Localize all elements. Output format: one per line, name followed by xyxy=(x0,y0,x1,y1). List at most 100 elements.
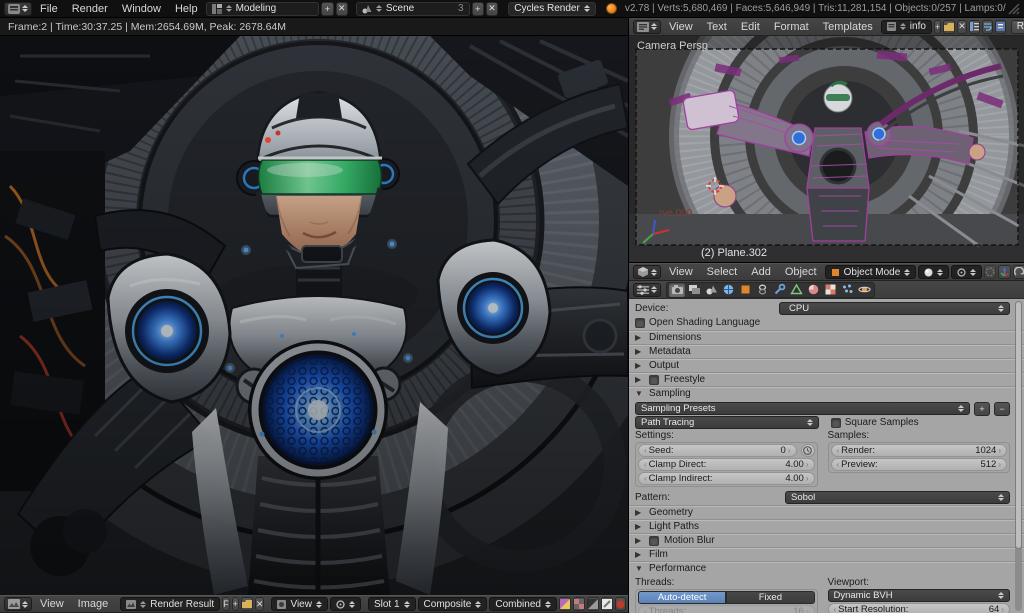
decrement-icon[interactable]: ‹ xyxy=(834,605,837,613)
render-engine-selector[interactable]: Cycles Render xyxy=(508,2,596,16)
mode-selector[interactable]: Object Mode xyxy=(825,265,917,279)
add-preset-button[interactable]: + xyxy=(974,402,990,416)
seed-field[interactable]: ‹ Seed: 0 › xyxy=(638,444,797,457)
unlink-text-button[interactable]: ✕ xyxy=(957,20,967,34)
menu-render[interactable]: Render xyxy=(66,2,114,16)
editor-type-selector[interactable] xyxy=(633,283,661,297)
menu-add[interactable]: Add xyxy=(745,265,777,279)
decrement-icon[interactable]: ‹ xyxy=(837,446,840,455)
red-channel-button[interactable] xyxy=(615,597,626,611)
run-script-button[interactable]: Run Scr xyxy=(1011,20,1024,34)
add-scene-button[interactable]: + xyxy=(472,2,484,16)
panel-sampling[interactable]: ▼ Sampling xyxy=(629,386,1024,400)
open-image-button[interactable] xyxy=(241,597,253,611)
menu-view[interactable]: View xyxy=(34,597,70,611)
motion-blur-checkbox[interactable] xyxy=(649,536,659,546)
menu-templates[interactable]: Templates xyxy=(817,20,879,34)
open-text-button[interactable] xyxy=(943,20,955,34)
menu-select[interactable]: Select xyxy=(701,265,744,279)
editor-type-selector[interactable] xyxy=(4,597,32,611)
integrator-selector[interactable]: Path Tracing xyxy=(635,416,819,429)
translate-manipulator-button[interactable] xyxy=(998,265,1011,279)
increment-icon[interactable]: › xyxy=(788,446,791,455)
manipulator-toggle[interactable] xyxy=(984,265,996,279)
corner-grip-icon[interactable] xyxy=(1008,3,1020,15)
alpha-channel-button[interactable] xyxy=(573,597,585,611)
render-samples-field[interactable]: ‹ Render: 1024 › xyxy=(831,444,1008,457)
panel-geometry[interactable]: ▶ Geometry xyxy=(629,505,1024,519)
threads-count-field[interactable]: ‹ Threads: 16 › xyxy=(638,605,815,613)
menu-window[interactable]: Window xyxy=(116,2,167,16)
device-selector[interactable]: CPU xyxy=(779,302,1010,315)
decrement-icon[interactable]: ‹ xyxy=(837,460,840,469)
sampling-presets-selector[interactable]: Sampling Presets xyxy=(635,402,970,415)
increment-icon[interactable]: › xyxy=(998,446,1001,455)
tab-constraints[interactable] xyxy=(754,283,770,297)
pattern-selector[interactable]: Sobol xyxy=(785,491,1010,504)
decrement-icon[interactable]: ‹ xyxy=(644,446,647,455)
pivot-selector[interactable] xyxy=(330,597,361,611)
syntax-highlight-toggle[interactable] xyxy=(995,20,1006,34)
clamp-direct-field[interactable]: ‹ Clamp Direct: 4.00 › xyxy=(638,458,815,471)
editor-type-selector[interactable] xyxy=(4,2,32,16)
viewport-3d[interactable]: Camera Persp rve.000 (2) Plane.302 xyxy=(629,36,1024,263)
properties-scrollbar[interactable] xyxy=(1015,301,1022,611)
render-result-image[interactable] xyxy=(0,36,628,595)
fake-user-button[interactable]: F xyxy=(222,597,230,611)
tab-world[interactable] xyxy=(720,283,736,297)
auto-detect-button[interactable]: Auto-detect xyxy=(638,591,726,604)
increment-icon[interactable]: › xyxy=(1001,605,1004,613)
fixed-button[interactable]: Fixed xyxy=(726,591,814,604)
menu-view[interactable]: View xyxy=(663,265,699,279)
preview-samples-field[interactable]: ‹ Preview: 512 › xyxy=(831,458,1008,471)
menu-image[interactable]: Image xyxy=(72,597,115,611)
freestyle-checkbox[interactable] xyxy=(649,375,659,385)
panel-film[interactable]: ▶ Film xyxy=(629,547,1024,561)
menu-help[interactable]: Help xyxy=(169,2,204,16)
add-layout-button[interactable]: + xyxy=(321,2,333,16)
color-alpha-channel-button[interactable] xyxy=(559,597,571,611)
word-wrap-toggle[interactable] xyxy=(982,20,993,34)
zbuffer-channel-button[interactable] xyxy=(587,597,599,611)
unlink-image-button[interactable]: ✕ xyxy=(255,597,265,611)
menu-object[interactable]: Object xyxy=(779,265,823,279)
tab-render-layers[interactable] xyxy=(686,283,702,297)
increment-icon[interactable]: › xyxy=(806,474,809,483)
editor-type-selector[interactable] xyxy=(633,20,661,34)
menu-edit[interactable]: Edit xyxy=(735,20,766,34)
add-text-button[interactable]: + xyxy=(934,20,941,34)
tab-material[interactable] xyxy=(805,283,821,297)
tab-physics[interactable] xyxy=(856,283,872,297)
clamp-indirect-field[interactable]: ‹ Clamp Indirect: 4.00 › xyxy=(638,472,815,485)
animate-seed-button[interactable] xyxy=(801,444,815,457)
white-balance-button[interactable] xyxy=(601,597,613,611)
view-mode-selector[interactable]: View xyxy=(271,597,328,611)
decrement-icon[interactable]: ‹ xyxy=(644,474,647,483)
tab-particles[interactable] xyxy=(839,283,855,297)
panel-light-paths[interactable]: ▶ Light Paths xyxy=(629,519,1024,533)
menu-format[interactable]: Format xyxy=(768,20,815,34)
editor-type-selector[interactable] xyxy=(633,265,661,279)
delete-layout-button[interactable]: ✕ xyxy=(336,2,348,16)
scene-user-count[interactable]: 3 xyxy=(458,3,464,14)
panel-output[interactable]: ▶ Output xyxy=(629,358,1024,372)
pass-selector[interactable]: Combined xyxy=(489,597,557,611)
tab-texture[interactable] xyxy=(822,283,838,297)
square-samples-checkbox[interactable] xyxy=(831,418,841,428)
layer-selector[interactable]: Composite xyxy=(418,597,488,611)
osl-checkbox[interactable] xyxy=(635,318,645,328)
line-numbers-toggle[interactable] xyxy=(969,20,980,34)
panel-performance[interactable]: ▼ Performance xyxy=(629,561,1024,575)
scrollbar-thumb[interactable] xyxy=(1015,301,1022,549)
decrement-icon[interactable]: ‹ xyxy=(644,460,647,469)
screen-layout-selector[interactable]: Modeling xyxy=(206,2,320,16)
increment-icon[interactable]: › xyxy=(806,460,809,469)
shading-selector[interactable] xyxy=(918,265,949,279)
bvh-type-selector[interactable]: Dynamic BVH xyxy=(828,589,1011,602)
remove-preset-button[interactable]: − xyxy=(994,402,1010,416)
scene-selector[interactable]: Scene 3 xyxy=(356,2,470,16)
start-resolution-field[interactable]: ‹ Start Resolution: 64 › xyxy=(828,603,1011,613)
rotate-manipulator-button[interactable] xyxy=(1013,265,1024,279)
increment-icon[interactable]: › xyxy=(998,460,1001,469)
new-image-button[interactable]: + xyxy=(232,597,239,611)
